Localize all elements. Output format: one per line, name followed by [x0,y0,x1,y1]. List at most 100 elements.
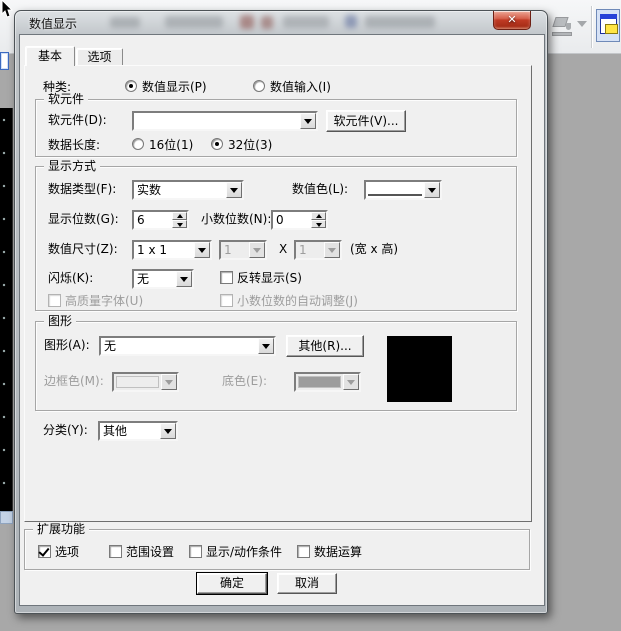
radio-numeric-display-label[interactable]: 数值显示(P) [142,80,207,94]
reverse-display-checkbox[interactable] [220,271,233,284]
category-combobox[interactable]: 其他 [98,421,178,441]
size-value: 1 x 1 [137,243,167,257]
radio-32bit-label[interactable]: 32位(3) [228,138,272,152]
tab-options[interactable]: 选项 [76,48,123,66]
value-color-label: 数值色(L): [292,182,348,196]
cancel-button[interactable]: 取消 [277,573,337,594]
dropdown-arrow-icon[interactable] [258,338,274,354]
dropdown-arrow-icon [249,242,265,258]
data-operation-label[interactable]: 数据运算 [314,545,362,559]
dropdown-arrow-icon[interactable] [226,182,242,198]
size-combobox[interactable]: 1 x 1 [132,240,212,260]
display-action-condition-checkbox[interactable] [189,545,202,558]
shape-combobox[interactable]: 无 [99,336,276,356]
radio-numeric-input-label[interactable]: 数值输入(I) [270,80,331,94]
dialog-title: 数值显示 [29,15,77,32]
radio-16bit-label[interactable]: 16位(1) [149,138,193,152]
dropdown-arrow-icon[interactable] [176,271,192,287]
size-suffix-label: (宽 x 高) [350,242,398,256]
options-checkbox-label[interactable]: 选项 [55,545,79,559]
display-style-group: 显示方式 数据类型(F): 实数 数值色(L): 显示位数(G): 6 小数位数… [35,166,517,311]
partial-toolbar-icon[interactable] [0,52,9,70]
toolbar-separator [591,6,592,48]
display-action-condition-label[interactable]: 显示/动作条件 [206,545,282,559]
frame-color-label: 边框色(M): [44,374,104,388]
value-color-swatch [368,184,422,196]
spin-down-icon[interactable] [172,220,187,228]
options-checkbox[interactable] [38,545,51,558]
device-group: 软元件 软元件(D): 软元件(V)... 数据长度: 16位(1) 32位(3… [35,99,517,157]
range-setting-checkbox[interactable] [109,545,122,558]
size-label: 数值尺寸(Z): [48,242,118,256]
size-x-label: X [279,242,287,256]
editor-canvas-strip [0,108,13,512]
radio-16bit[interactable] [132,138,144,150]
digits-label: 显示位数(G): [48,212,119,226]
data-type-label: 数据类型(F): [48,182,116,196]
ok-button[interactable]: 确定 [197,573,267,594]
radio-numeric-input[interactable] [253,80,265,92]
fill-color-icon[interactable] [551,13,575,39]
size-width-combobox: 1 [219,240,267,260]
dropdown-arrow-icon [343,374,359,390]
graphic-group: 图形 图形(A): 无 其他(R)... 边框色(M): 底色(E): [35,321,517,411]
device-group-title: 软元件 [44,92,88,106]
dialog-client-area: 基本 选项 种类: 数值显示(P) 数值输入(I) 软元件 软元件(D): 软元… [19,34,545,606]
spin-up-icon[interactable] [172,212,187,220]
shape-value: 无 [104,339,116,353]
device-label: 软元件(D): [48,113,107,127]
size-width-value: 1 [224,243,232,257]
hq-font-label: 高质量字体(U) [65,294,143,308]
fill-color-dropdown-icon[interactable] [577,21,587,27]
device-combobox[interactable] [132,111,318,131]
spin-up-icon[interactable] [311,212,326,220]
extended-functions-group: 扩展功能 选项 范围设置 显示/动作条件 数据运算 [24,529,530,570]
frame-color-swatch [116,376,159,388]
titlebar-glass-reflection [345,15,357,28]
titlebar-glass-reflection [110,17,140,28]
size-height-value: 1 [299,243,307,257]
close-button[interactable]: ✕ [493,11,531,30]
dropdown-arrow-icon[interactable] [424,182,440,198]
spin-down-icon[interactable] [311,220,326,228]
back-color-label: 底色(E): [222,374,267,388]
dropdown-arrow-icon[interactable] [160,423,176,439]
titlebar-glass-reflection [365,16,435,28]
bucket-colorbar [552,32,572,36]
dropdown-arrow-icon[interactable] [194,242,210,258]
scrollbar-fragment[interactable] [0,511,13,524]
shape-label: 图形(A): [44,338,90,352]
window-titlebar-glyph [600,14,617,19]
graphic-group-title: 图形 [44,314,76,328]
value-color-combobox[interactable] [364,180,442,200]
dropdown-arrow-icon[interactable] [300,113,316,129]
dropdown-arrow-icon [161,374,177,390]
tab-panel-basic: 种类: 数值显示(P) 数值输入(I) 软元件 软元件(D): 软元件(V)..… [24,65,532,522]
data-operation-checkbox[interactable] [297,545,310,558]
bucket-drip [566,23,571,30]
radio-numeric-display[interactable] [125,80,137,92]
mouse-cursor-icon [1,0,15,18]
decimal-value: 0 [276,213,284,227]
range-setting-label[interactable]: 范围设置 [126,545,174,559]
titlebar-glass-reflection [283,16,329,28]
dialog-titlebar[interactable]: 数值显示 [15,11,547,34]
device-button[interactable]: 软元件(V)... [326,110,406,132]
titlebar-glass-reflection [261,16,273,29]
titlebar-glass-reflection [165,16,223,28]
numeric-display-dialog: 数值显示 ✕ 基本 选项 种类: 数值显示(P) 数值输入(I) 软元件 软元件… [14,10,548,614]
window-preview-icon[interactable] [596,9,620,42]
decimal-spinner[interactable]: 0 [271,210,328,230]
reverse-display-label[interactable]: 反转显示(S) [237,271,302,285]
other-button[interactable]: 其他(R)... [286,335,364,357]
data-type-combobox[interactable]: 实数 [132,180,244,200]
blink-combobox[interactable]: 无 [132,269,194,289]
auto-adjust-checkbox [220,294,233,307]
tab-basic[interactable]: 基本 [25,46,75,66]
radio-32bit[interactable] [211,138,223,150]
shape-preview [387,336,452,402]
digits-spinner[interactable]: 6 [132,210,189,230]
auto-adjust-label: 小数位数的自动调整(J) [237,294,358,308]
category-label: 分类(Y): [43,423,88,437]
decimal-label: 小数位数(N): [201,212,271,226]
